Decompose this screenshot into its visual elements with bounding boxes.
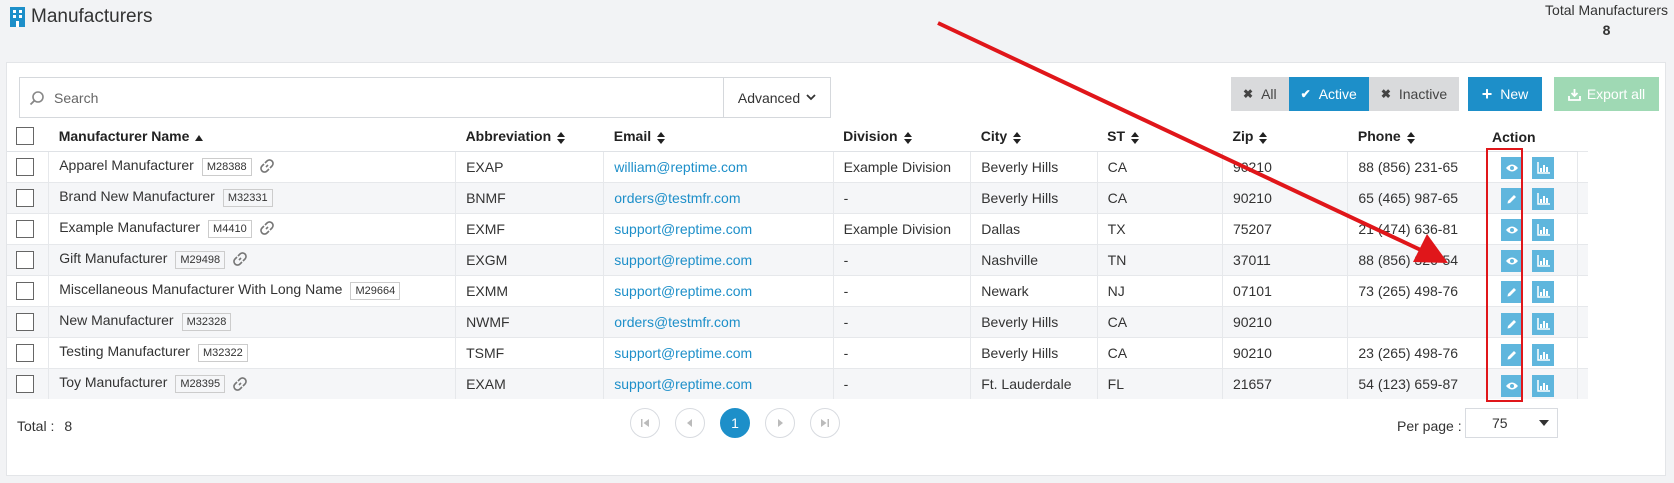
annotation-arrow: [937, 21, 1448, 263]
